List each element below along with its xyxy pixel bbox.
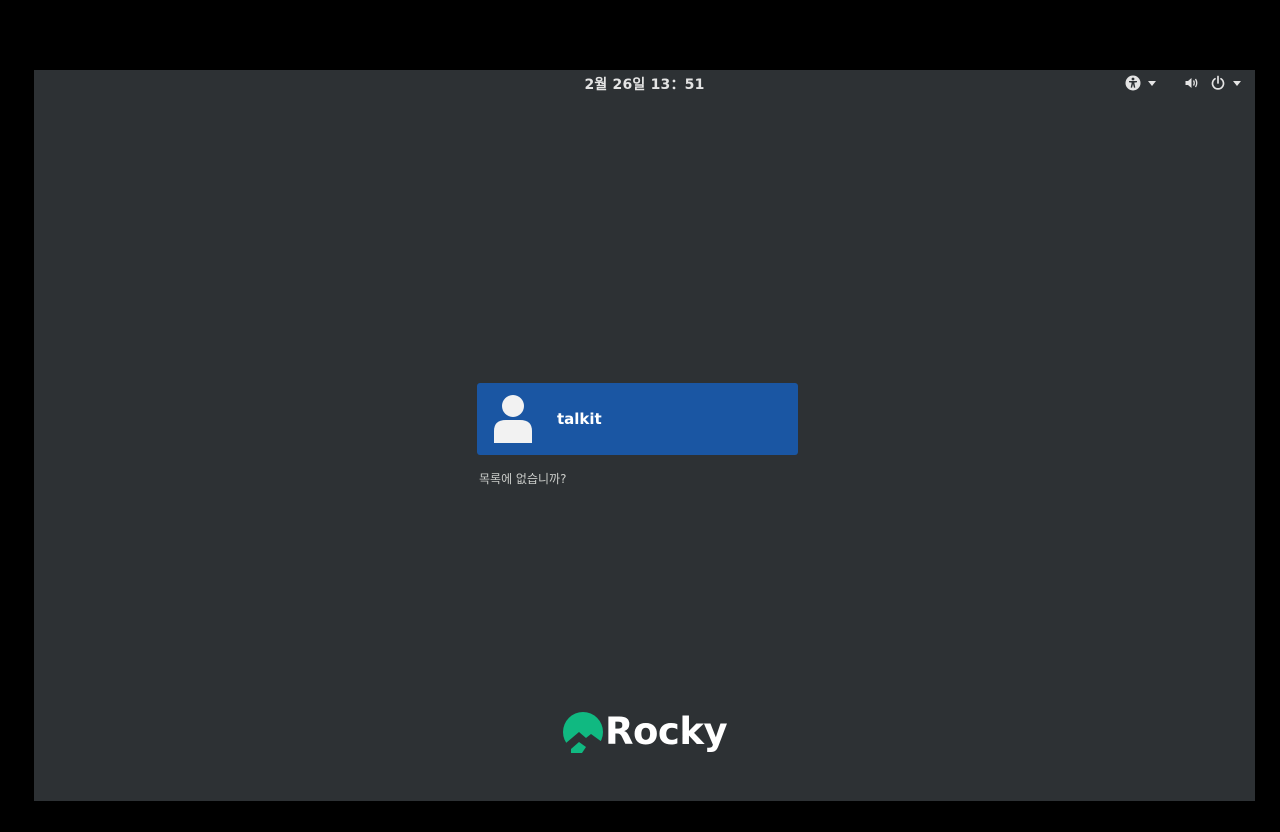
top-bar: 2월 26일 13：51 — [34, 70, 1255, 96]
power-menu-chevron-down-icon[interactable] — [1233, 80, 1241, 86]
user-silhouette-icon — [490, 393, 536, 445]
accessibility-menu-chevron-down-icon[interactable] — [1148, 80, 1156, 86]
user-list-item-talkit[interactable]: talkit — [477, 383, 798, 455]
clock[interactable]: 2월 26일 13：51 — [34, 74, 1255, 94]
not-listed-link[interactable]: 목록에 없습니까? — [479, 470, 566, 487]
power-icon[interactable] — [1210, 75, 1226, 91]
rocky-logo: Rocky — [562, 710, 728, 753]
login-screen: 2월 26일 13：51 talkit 목록에 없습니까? Rocky — [34, 70, 1255, 801]
system-status-area[interactable] — [1125, 74, 1241, 92]
volume-icon[interactable] — [1184, 75, 1200, 91]
username-label: talkit — [557, 410, 602, 428]
logo-wordmark: Rocky — [605, 710, 728, 753]
accessibility-icon[interactable] — [1125, 75, 1141, 91]
rocky-mountain-icon — [563, 712, 603, 753]
